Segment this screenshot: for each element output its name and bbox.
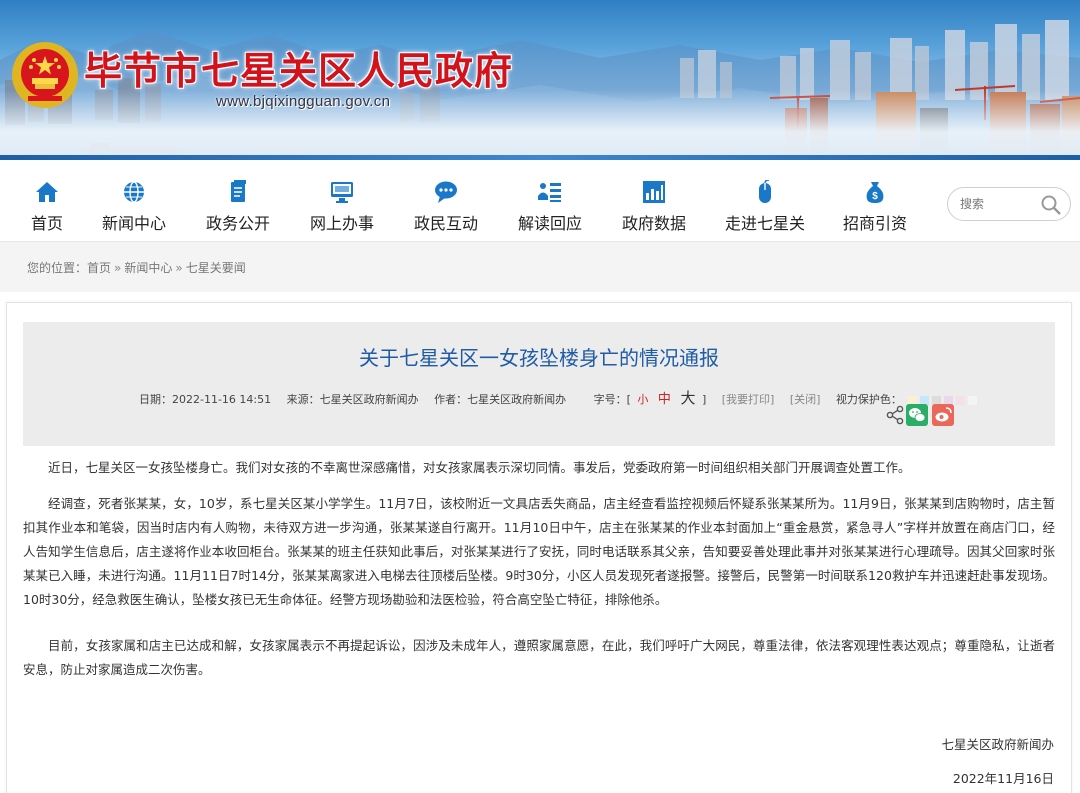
article-sign-date: 2022年11月16日	[952, 771, 1054, 786]
nav-label: 政府数据	[621, 214, 686, 233]
nav-item-interaction[interactable]: 政民互动	[396, 180, 496, 234]
nav-item-about[interactable]: 走进七星关	[715, 180, 815, 234]
nav-item-home[interactable]: 首页	[0, 180, 97, 234]
vision-color-swatch-pink[interactable]	[956, 395, 966, 405]
article-paragraph: 经调查，死者张某某，女，10岁，系七星关区某小学学生。11月7日，该校附近一文具…	[23, 496, 1055, 607]
money-bag-icon: $	[866, 182, 884, 203]
list-icon	[538, 183, 561, 202]
chat-bubble-icon	[435, 181, 457, 203]
breadcrumb-separator: »	[175, 261, 183, 275]
search-input[interactable]	[960, 195, 1040, 213]
national-emblem-icon	[12, 42, 78, 108]
nav-item-investment[interactable]: $ 招商引资	[825, 180, 925, 234]
document-icon	[231, 180, 246, 202]
site-title: 毕节市七星关区人民政府	[84, 48, 514, 93]
nav-label: 首页	[30, 214, 63, 233]
article-meta: 日期：2022-11-16 14:51 来源：七星关区政府新闻办 作者：七星关区…	[139, 387, 978, 408]
font-size-close-bracket: ]	[701, 393, 707, 406]
breadcrumb-item-qixingguan-news[interactable]: 七星关要闻	[186, 261, 246, 275]
article-author: 作者：七星关区政府新闻办	[434, 393, 567, 406]
breadcrumb-item-home[interactable]: 首页	[87, 261, 111, 275]
mouse-icon	[759, 180, 771, 203]
home-icon	[36, 182, 58, 202]
breadcrumb-prefix: 您的位置：	[27, 261, 88, 275]
search-icon[interactable]	[1040, 194, 1062, 216]
article-signature: 七星关区政府新闻办	[941, 737, 1054, 752]
search-box	[947, 187, 1071, 221]
print-button[interactable]: [我要打印]	[722, 391, 775, 407]
nav-label: 新闻中心	[101, 214, 166, 233]
breadcrumb-separator: »	[114, 261, 122, 275]
font-size-small-button[interactable]: 小	[637, 391, 648, 407]
nav-label: 政民互动	[413, 214, 478, 233]
article-date: 日期：2022-11-16 14:51	[139, 393, 272, 406]
nav-item-interpretation[interactable]: 解读回应	[500, 180, 600, 234]
banner-haze	[0, 90, 1080, 160]
nav-label: 解读回应	[517, 214, 582, 233]
svg-text:$: $	[872, 191, 878, 202]
monitor-icon	[331, 182, 353, 203]
article-header-panel	[23, 322, 1055, 446]
vision-color-swatch-white[interactable]	[968, 395, 978, 405]
nav-label: 网上办事	[309, 214, 374, 233]
main-nav: 首页 新闻中心 政务公开 网上办事 政民互动 解读回应 政府数据 走进七星关 $…	[0, 160, 1080, 242]
breadcrumb-bar: 您的位置：首页» 新闻中心» 七星关要闻	[0, 242, 1080, 292]
nav-item-gov-affairs[interactable]: 政务公开	[188, 180, 288, 234]
breadcrumb: 您的位置：首页» 新闻中心» 七星关要闻	[27, 259, 246, 276]
weibo-icon[interactable]	[932, 404, 954, 426]
share-icon[interactable]	[884, 404, 906, 426]
font-size-label: 字号：[	[593, 393, 631, 406]
article-title: 关于七星关区一女孩坠楼身亡的情况通报	[359, 346, 719, 370]
article-source: 来源：七星关区政府新闻办	[286, 393, 419, 406]
close-button[interactable]: [关闭]	[790, 391, 821, 407]
nav-item-online-service[interactable]: 网上办事	[292, 180, 392, 234]
wechat-icon[interactable]	[906, 404, 928, 426]
site-banner: 毕节市七星关区人民政府 www.bjqixingguan.gov.cn	[0, 0, 1080, 160]
font-size-large-button[interactable]: 大	[680, 387, 695, 408]
article-paragraph: 目前，女孩家属和店主已达成和解，女孩家属表示不再提起诉讼，因涉及未成年人，遵照家…	[23, 638, 1055, 677]
bar-chart-icon	[643, 181, 665, 203]
site-url[interactable]: www.bjqixingguan.gov.cn	[216, 93, 390, 110]
breadcrumb-item-news[interactable]: 新闻中心	[124, 261, 172, 275]
article-paragraph: 近日，七星关区一女孩坠楼身亡。我们对女孩的不幸离世深感痛惜，对女孩家属表示深切同…	[48, 460, 911, 475]
font-size-medium-button[interactable]: 中	[658, 388, 671, 407]
nav-label: 招商引资	[842, 214, 907, 233]
nav-item-gov-data[interactable]: 政府数据	[604, 180, 704, 234]
nav-label: 走进七星关	[724, 214, 805, 233]
globe-icon	[124, 181, 144, 203]
nav-label: 政务公开	[205, 214, 270, 233]
nav-item-news[interactable]: 新闻中心	[84, 180, 184, 234]
